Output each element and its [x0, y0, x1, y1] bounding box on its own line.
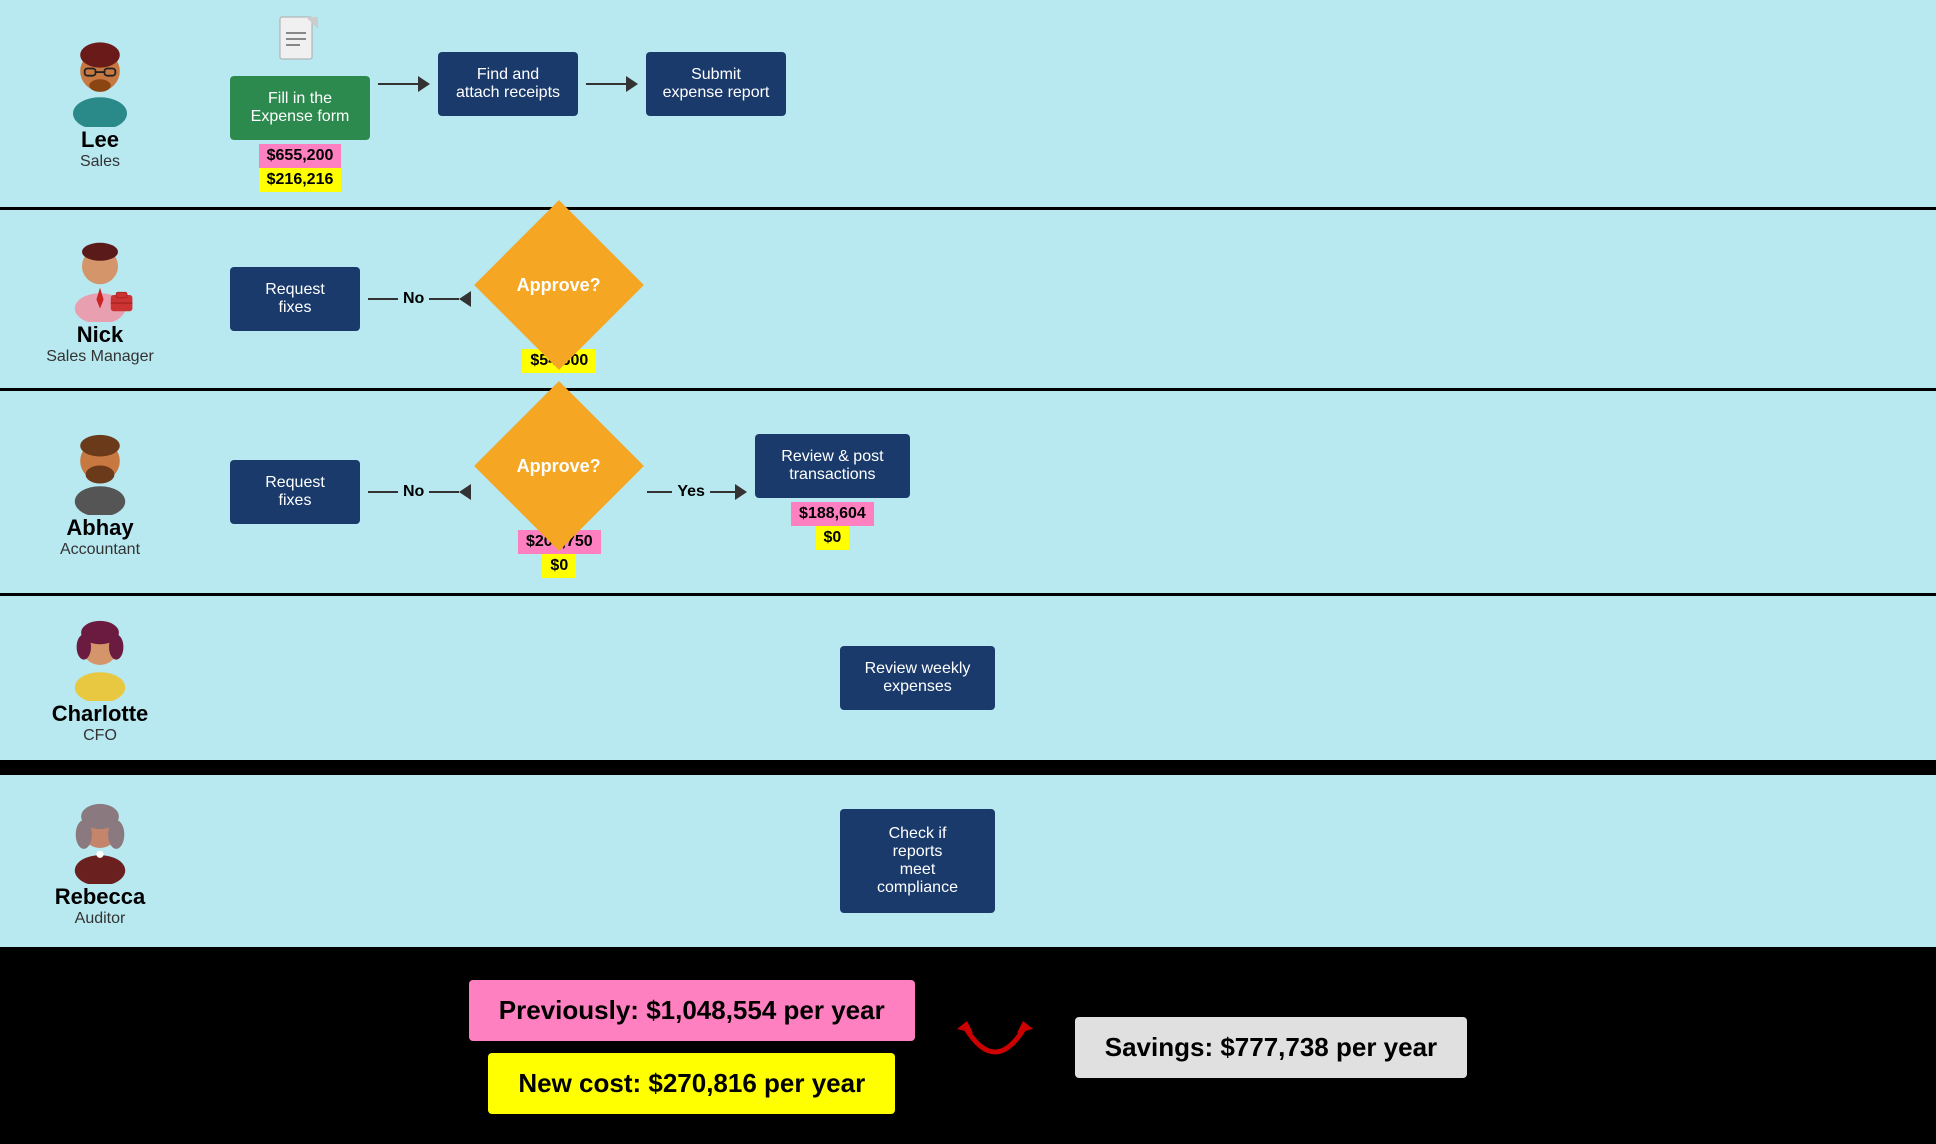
arrow-abhay-no: No: [368, 483, 471, 501]
review-post-costs: $188,604 $0: [791, 502, 874, 550]
review-weekly-box[interactable]: Review weekly expenses: [840, 646, 995, 710]
persona-rebecca: Rebecca Auditor: [20, 794, 180, 928]
persona-name-nick: Nick: [77, 322, 123, 348]
approve-nick-diamond: Approve?: [474, 200, 644, 370]
persona-name-abhay: Abhay: [66, 515, 133, 541]
persona-nick: Nick Sales Manager: [20, 232, 180, 366]
avatar-charlotte: [55, 611, 145, 701]
summary-costs: Previously: $1,048,554 per year New cost…: [469, 980, 915, 1114]
avatar-nick: [55, 232, 145, 322]
swimlane-nick: Nick Sales Manager Request fixes No: [0, 210, 1936, 391]
abhay-flow: Request fixes No Approve? $204,750 $0: [230, 406, 1916, 578]
approve-abhay-node: Approve? $204,750 $0: [479, 406, 639, 578]
review-post-node: Review & post transactions $188,604 $0: [755, 434, 910, 550]
submit-report-node: Submit expense report: [646, 52, 786, 116]
document-icon: [278, 15, 322, 72]
submit-report-box[interactable]: Submit expense report: [646, 52, 786, 116]
arrow-abhay-yes: Yes: [647, 483, 747, 501]
arrow-nick-no: No: [368, 290, 471, 308]
check-compliance-wrapper: Check if reports meet compliance: [840, 809, 995, 913]
request-fixes-abhay-box[interactable]: Request fixes: [230, 460, 360, 524]
arrow-lee-2: [586, 76, 638, 92]
avatar-abhay: [55, 425, 145, 515]
swimlane-charlotte: Charlotte CFO Review weekly expenses: [0, 596, 1936, 763]
persona-name-charlotte: Charlotte: [52, 701, 149, 727]
swimlane-abhay: Abhay Accountant Request fixes No App: [0, 391, 1936, 596]
check-compliance-box[interactable]: Check if reports meet compliance: [840, 809, 995, 913]
summary-savings: Savings: $777,738 per year: [1075, 1017, 1467, 1078]
separator: [0, 763, 1936, 775]
avatar-rebecca: [55, 794, 145, 884]
find-receipts-box[interactable]: Find and attach receipts: [438, 52, 578, 116]
summary-new-cost: New cost: $270,816 per year: [488, 1053, 895, 1114]
review-post-box[interactable]: Review & post transactions: [755, 434, 910, 498]
arrow-lee-1: [378, 76, 430, 92]
swimlane-rebecca: Rebecca Auditor Check if reports meet co…: [0, 775, 1936, 950]
swimlane-lee: Lee Sales Fill i: [0, 0, 1936, 210]
charlotte-flow: Review weekly expenses: [230, 613, 1916, 743]
request-fixes-nick-box[interactable]: Request fixes: [230, 267, 360, 331]
persona-role-charlotte: CFO: [83, 727, 117, 745]
review-weekly-wrapper: Review weekly expenses: [840, 646, 995, 710]
persona-role-lee: Sales: [80, 153, 120, 171]
fill-expense-box[interactable]: Fill in the Expense form: [230, 76, 370, 140]
summary-previously: Previously: $1,048,554 per year: [469, 980, 915, 1041]
request-fixes-abhay-node: Request fixes: [230, 460, 360, 524]
fill-expense-node: Fill in the Expense form $655,200 $216,2…: [230, 76, 370, 192]
persona-charlotte: Charlotte CFO: [20, 611, 180, 745]
summary-row: Previously: $1,048,554 per year New cost…: [0, 950, 1936, 1144]
lee-flow: Fill in the Expense form $655,200 $216,2…: [230, 15, 1916, 192]
persona-name-lee: Lee: [81, 127, 119, 153]
red-arrow-icon: [955, 1007, 1035, 1087]
persona-role-rebecca: Auditor: [75, 910, 126, 928]
review-weekly-node: Review weekly expenses: [840, 646, 995, 710]
persona-abhay: Abhay Accountant: [20, 425, 180, 559]
nick-flow: Request fixes No Approve? $54,600: [230, 225, 1916, 373]
find-receipts-node: Find and attach receipts: [438, 52, 578, 116]
check-compliance-node: Check if reports meet compliance: [840, 809, 995, 913]
persona-name-rebecca: Rebecca: [55, 884, 146, 910]
fill-expense-costs: $655,200 $216,216: [259, 144, 342, 192]
approve-nick-node: Approve? $54,600: [479, 225, 639, 373]
avatar-lee: [55, 37, 145, 127]
approve-abhay-diamond: Approve?: [474, 381, 644, 551]
persona-lee: Lee Sales: [20, 37, 180, 171]
rebecca-flow: Check if reports meet compliance: [230, 796, 1916, 926]
persona-role-abhay: Accountant: [60, 541, 140, 559]
request-fixes-nick-node: Request fixes: [230, 267, 360, 331]
persona-role-nick: Sales Manager: [46, 348, 154, 366]
